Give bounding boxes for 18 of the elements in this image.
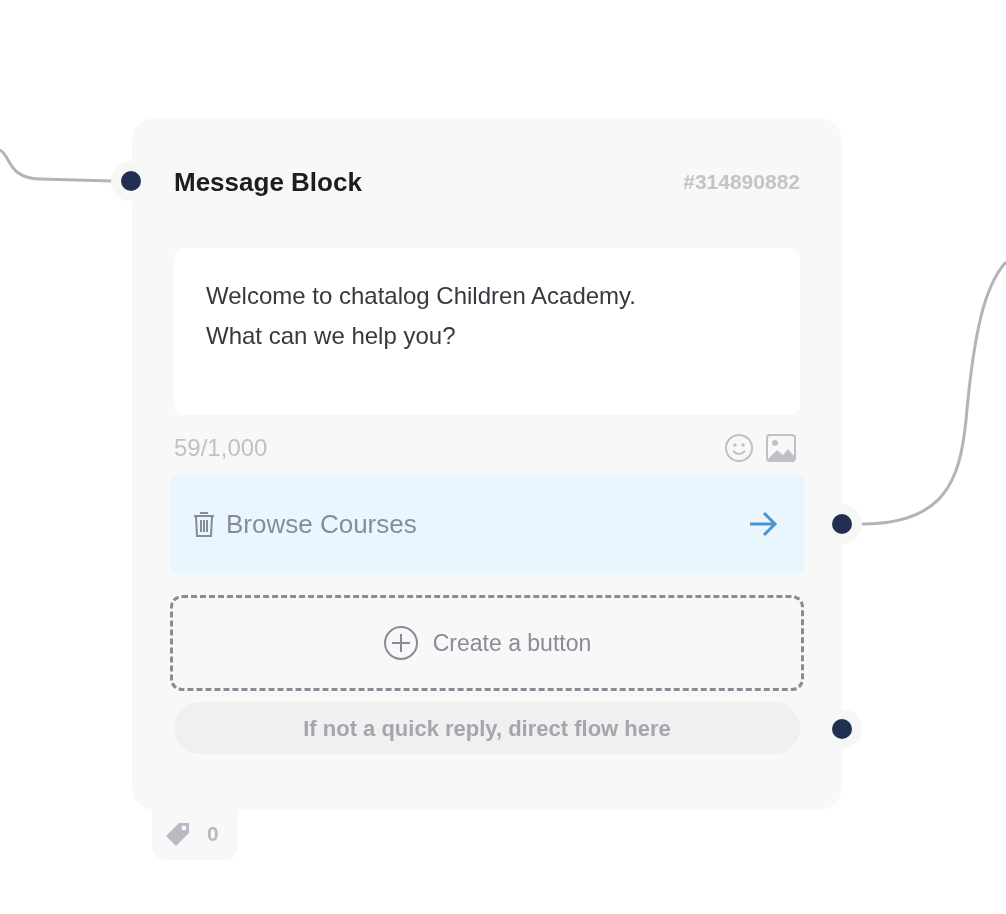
tag-count: 0 (207, 821, 219, 848)
quick-reply-label: Browse Courses (226, 507, 418, 541)
character-count: 59/1,000 (174, 433, 268, 463)
fallback-button[interactable]: If not a quick reply, direct flow here (174, 702, 800, 754)
quick-reply-button[interactable]: Browse Courses (170, 475, 804, 573)
image-icon[interactable] (766, 434, 796, 462)
tag-badge[interactable]: 0 (152, 808, 238, 860)
output-port[interactable] (832, 514, 852, 534)
arrow-right-icon[interactable] (748, 511, 778, 537)
trash-icon[interactable] (192, 510, 216, 538)
tag-icon (165, 821, 191, 847)
create-button[interactable]: Create a button (170, 595, 804, 691)
plus-circle-icon (382, 625, 419, 661)
message-field[interactable]: Welcome to chatalog Children Academy. What can we help you? (174, 248, 800, 415)
output-port[interactable] (832, 719, 852, 739)
input-port[interactable] (121, 171, 141, 191)
emoji-icon[interactable] (724, 433, 754, 463)
block-title: Message Block (174, 165, 362, 199)
